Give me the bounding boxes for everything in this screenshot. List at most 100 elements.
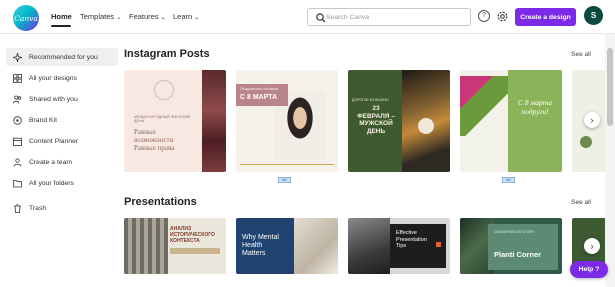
- gear-icon[interactable]: [496, 10, 509, 23]
- card-panel: CONSERVATION STORY Planti Corner: [488, 224, 558, 270]
- main-content: Instagram Posts See all МЕЖДУНАРОДНЫЙ ЖЕ…: [118, 34, 605, 287]
- sidebar-item-content-planner[interactable]: Content Planner: [6, 132, 118, 150]
- sidebar-item-shared[interactable]: Shared with you: [6, 90, 118, 108]
- sidebar-item-trash[interactable]: Trash: [6, 199, 118, 217]
- sidebar-item-label: Shared with you: [29, 95, 78, 103]
- sidebar-item-create-team[interactable]: Create a team: [6, 153, 118, 171]
- card-accent-square: [436, 242, 441, 247]
- card-heading-line: подруги!: [521, 107, 549, 116]
- ad-badge: AD: [502, 177, 515, 183]
- template-card-instagram-1[interactable]: МЕЖДУНАРОДНЫЙ ЖЕНСКИЙ ДЕНЬ Равные возмож…: [124, 70, 226, 172]
- template-card-presentation-1[interactable]: АНАЛИЗ ИСТОРИЧЕСКОГО КОНТЕКСТА: [124, 218, 226, 274]
- template-card-presentation-2[interactable]: Why Mental Health Matters: [236, 218, 338, 274]
- tulip-photo: [460, 76, 508, 136]
- card-heading: Why Mental Health Matters: [242, 234, 279, 258]
- card-small-label: ДОРОГИЕ МУЖЧИНЫ: [352, 98, 389, 102]
- top-navigation-bar: Canva Home Templates⌄ Features⌄ Learn⌄ ?…: [0, 0, 615, 34]
- card-heading-line: Равные: [134, 128, 156, 136]
- scrollbar-thumb[interactable]: [607, 48, 613, 126]
- card-heading-line: Why Mental: [242, 234, 279, 241]
- sidebar-item-recommended[interactable]: Recommended for you: [6, 48, 118, 66]
- card-small-label: CONSERVATION STORY: [494, 230, 535, 234]
- search-box[interactable]: [307, 8, 471, 26]
- sidebar-item-label: Content Planner: [29, 137, 79, 145]
- sparkle-icon: [13, 52, 22, 62]
- card-heading-line: С 8 марта: [518, 98, 552, 107]
- see-all-instagram[interactable]: See all: [571, 51, 591, 58]
- nav-home-underline: [51, 25, 71, 27]
- card-heading-line: КОНТЕКСТА: [170, 238, 200, 244]
- nav-templates[interactable]: Templates ⌄: [80, 12, 121, 21]
- card-heading-line: Tips: [396, 243, 407, 249]
- card-heading: Planti Corner: [494, 250, 542, 259]
- canva-logo[interactable]: Canva: [13, 5, 39, 31]
- sidebar: Recommended for you All your designs Sha…: [0, 34, 118, 287]
- architecture-photo: [348, 218, 390, 274]
- avatar[interactable]: S: [584, 6, 603, 25]
- template-card-instagram-4[interactable]: С 8 марта подруги!: [460, 70, 562, 172]
- carousel-next-button[interactable]: ›: [584, 112, 600, 128]
- nav-home[interactable]: Home: [51, 12, 72, 21]
- card-heading: Равные возможности Равные права: [134, 128, 174, 152]
- nav-learn-label: Learn: [173, 12, 193, 21]
- card-heading-line: МУЖСКОЙ: [359, 120, 393, 127]
- card-green-panel: [508, 70, 562, 172]
- decorative-dot: [580, 136, 592, 148]
- chevron-down-icon: ⌄: [116, 15, 122, 21]
- nav-templates-label: Templates: [80, 12, 115, 21]
- card-small-label: МЕЖДУНАРОДНЫЙ ЖЕНСКИЙ ДЕНЬ: [134, 115, 191, 123]
- carousel-next-button[interactable]: ›: [584, 238, 600, 254]
- building-photo: [124, 218, 168, 274]
- flowers-image: [202, 70, 226, 172]
- card-heading-line: Равные права: [134, 144, 175, 152]
- chevron-down-icon: ⌄: [160, 15, 166, 21]
- search-input[interactable]: [326, 11, 466, 23]
- grid-icon: [13, 73, 22, 83]
- card-heading-line: ДЕНЬ: [366, 127, 386, 135]
- help-button[interactable]: Help ?: [570, 261, 608, 278]
- sidebar-item-label: All your designs: [29, 74, 77, 82]
- card-heading-line: Health: [242, 242, 263, 249]
- sidebar-item-label: All your folders: [29, 179, 74, 187]
- sidebar-item-label: Recommended for you: [29, 53, 98, 61]
- trash-icon: [13, 203, 22, 213]
- calendar-icon: [13, 137, 22, 146]
- card-heading-line: ФЕВРАЛЯ –: [357, 112, 395, 120]
- sidebar-item-label: Brand Kit: [29, 116, 57, 124]
- card-divider: [240, 164, 334, 165]
- people-icon: [13, 95, 22, 104]
- card-label-banner: Поздравляем любимых С 8 МАРТА: [236, 84, 288, 106]
- section-title-instagram: Instagram Posts: [124, 48, 210, 60]
- card-heading-line: возможности: [134, 136, 174, 144]
- ad-badge: AD: [278, 177, 291, 183]
- see-all-presentations[interactable]: See all: [571, 199, 591, 206]
- template-card-presentation-3[interactable]: Effective Presentation Tips: [348, 218, 450, 274]
- card-heading: 23 ФЕВРАЛЯ – МУЖСКОЙ ДЕНЬ: [352, 105, 400, 135]
- template-card-instagram-3[interactable]: ДОРОГИЕ МУЖЧИНЫ 23 ФЕВРАЛЯ – МУЖСКОЙ ДЕН…: [348, 70, 450, 172]
- card-heading: С 8 МАРТА: [240, 94, 278, 101]
- nav-features[interactable]: Features ⌄: [129, 12, 166, 21]
- template-card-presentation-4[interactable]: CONSERVATION STORY Planti Corner: [460, 218, 562, 274]
- card-heading: Effective Presentation Tips: [396, 230, 427, 250]
- card-heading-line: Matters: [242, 250, 266, 257]
- help-icon[interactable]: ?: [478, 10, 490, 22]
- sidebar-item-label: Trash: [29, 204, 47, 212]
- foam-highlight: [418, 118, 434, 134]
- sidebar-item-label: Create a team: [29, 158, 73, 166]
- card-small-label: Поздравляем любимых: [240, 87, 279, 91]
- card-heading: С 8 марта подруги!: [512, 98, 558, 116]
- create-a-design-button[interactable]: Create a design: [515, 8, 576, 26]
- template-card-instagram-2[interactable]: Поздравляем любимых С 8 МАРТА: [236, 70, 338, 172]
- card-heading: АНАЛИЗ ИСТОРИЧЕСКОГО КОНТЕКСТА: [170, 226, 215, 244]
- person-photo: [294, 218, 338, 274]
- nav-learn[interactable]: Learn ⌄: [173, 12, 199, 21]
- section-title-presentations: Presentations: [124, 196, 197, 208]
- team-icon: [13, 157, 22, 167]
- sidebar-item-all-designs[interactable]: All your designs: [6, 69, 118, 87]
- nav-features-label: Features: [129, 12, 159, 21]
- card-heading-line: 23: [372, 105, 380, 112]
- sidebar-item-folders[interactable]: All your folders: [6, 174, 118, 192]
- sidebar-item-brand-kit[interactable]: Brand Kit: [6, 111, 118, 129]
- card-accent-bar: [170, 248, 220, 254]
- folder-icon: [13, 179, 22, 188]
